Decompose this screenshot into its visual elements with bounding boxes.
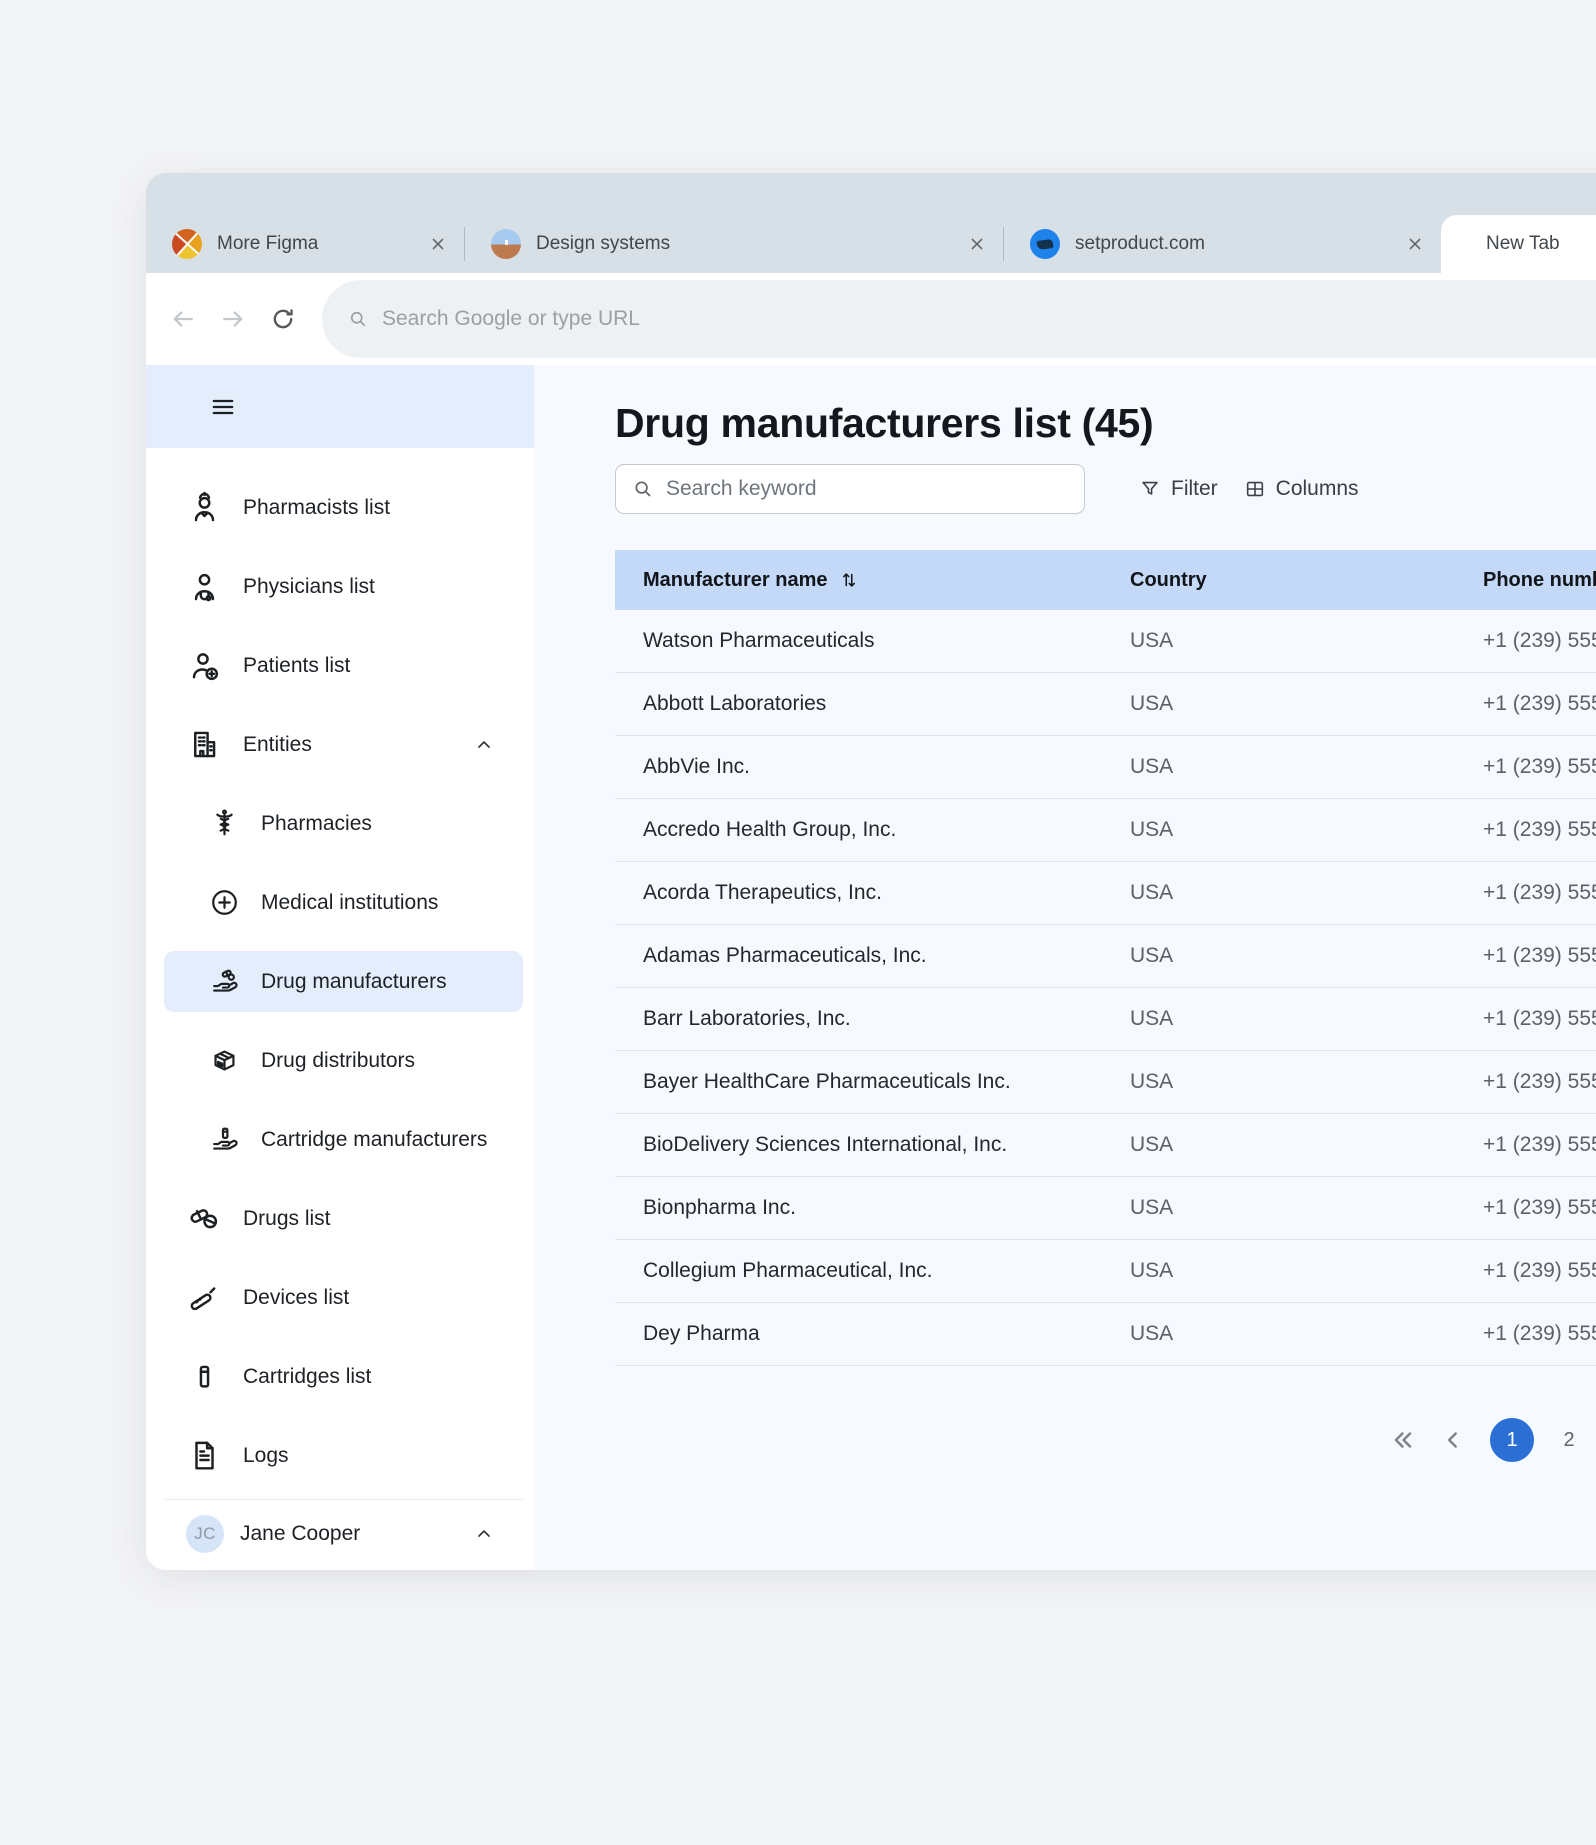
avatar: JC: [186, 1515, 224, 1553]
column-header-phone-number: Phone number: [1483, 569, 1596, 592]
sidebar-item-pharmacists-list[interactable]: Pharmacists list: [146, 468, 534, 547]
column-header-country: Country: [1130, 569, 1483, 592]
browser-tab-setproduct[interactable]: setproduct.com: [1004, 215, 1441, 273]
filter-funnel-icon: [1139, 478, 1161, 500]
user-name: Jane Cooper: [240, 1522, 360, 1546]
previous-page-icon[interactable]: [1440, 1427, 1466, 1453]
table-row[interactable]: AbbVie Inc. USA +1 (239) 555-0: [615, 736, 1596, 799]
page-button-current[interactable]: 1: [1490, 1418, 1534, 1462]
sidebar-header: [146, 365, 534, 448]
close-tab-icon[interactable]: [1405, 234, 1425, 254]
sidebar-item-logs[interactable]: Logs: [146, 1416, 534, 1495]
sidebar-item-pharmacies[interactable]: Pharmacies: [146, 784, 534, 863]
tab-label: Design systems: [536, 233, 670, 255]
user-menu[interactable]: JC Jane Cooper: [146, 1500, 534, 1568]
close-tab-icon[interactable]: [967, 234, 987, 254]
table-row[interactable]: Abbott Laboratories USA +1 (239) 555-0: [615, 673, 1596, 736]
table-row[interactable]: Dey Pharma USA +1 (239) 555-0: [615, 1303, 1596, 1366]
main-content: Drug manufacturers list (45) Filter: [534, 365, 1596, 1570]
table-row[interactable]: BioDelivery Sciences International, Inc.…: [615, 1114, 1596, 1177]
sort-icon[interactable]: [838, 569, 860, 591]
cartridge-icon: [186, 1358, 223, 1395]
table-header-row: Manufacturer name Country Phone number: [615, 550, 1596, 610]
landscape-favicon-icon: [491, 229, 521, 259]
sidebar-item-medical-institutions[interactable]: Medical institutions: [146, 863, 534, 942]
table-row[interactable]: Acorda Therapeutics, Inc. USA +1 (239) 5…: [615, 862, 1596, 925]
app-area: Pharmacists list Physicians list Patient…: [146, 365, 1596, 1570]
hand-cartridge-icon: [208, 1123, 241, 1156]
sidebar-item-drug-distributors[interactable]: Drug distributors: [146, 1021, 534, 1100]
pen-device-icon: [186, 1279, 223, 1316]
url-bar[interactable]: [322, 280, 1596, 358]
sidebar-item-cartridges-list[interactable]: Cartridges list: [146, 1337, 534, 1416]
sidebar-item-devices-list[interactable]: Devices list: [146, 1258, 534, 1337]
sidebar-user-section: JC Jane Cooper: [146, 1499, 534, 1570]
url-search-icon: [348, 309, 368, 329]
forward-icon[interactable]: [219, 305, 247, 333]
sidebar-item-drug-manufacturers[interactable]: Drug manufacturers: [146, 942, 534, 1021]
columns-grid-icon: [1244, 478, 1266, 500]
columns-button[interactable]: Columns: [1244, 477, 1359, 501]
manufacturers-table: Manufacturer name Country Phone number W…: [615, 550, 1596, 1366]
browser-tab-new-tab[interactable]: New Tab: [1441, 215, 1596, 273]
reload-icon[interactable]: [269, 305, 297, 333]
tab-label: New Tab: [1486, 233, 1560, 255]
browser-tab-strip: More Figma Design systems setproduct.com…: [146, 173, 1596, 273]
browser-tab-more-figma[interactable]: More Figma: [146, 215, 464, 273]
table-row[interactable]: Collegium Pharmaceutical, Inc. USA +1 (2…: [615, 1240, 1596, 1303]
table-row[interactable]: Bayer HealthCare Pharmaceuticals Inc. US…: [615, 1051, 1596, 1114]
table-row[interactable]: Bionpharma Inc. USA +1 (239) 555-0: [615, 1177, 1596, 1240]
search-icon: [632, 478, 654, 500]
close-tab-icon[interactable]: [428, 234, 448, 254]
back-icon[interactable]: [169, 305, 197, 333]
sidebar: Pharmacists list Physicians list Patient…: [146, 365, 534, 1570]
sidebar-item-cartridge-manufacturers[interactable]: Cartridge manufacturers: [146, 1100, 534, 1179]
sidebar-nav: Pharmacists list Physicians list Patient…: [146, 448, 534, 1495]
search-box[interactable]: [615, 464, 1085, 514]
browser-tab-design-systems[interactable]: Design systems: [465, 215, 1003, 273]
pharmacist-icon: [186, 489, 223, 526]
package-box-icon: [208, 1044, 241, 1077]
patient-icon: [186, 647, 223, 684]
chevron-up-icon[interactable]: [474, 1524, 494, 1544]
browser-toolbar: [146, 273, 1596, 365]
chevron-up-icon[interactable]: [474, 735, 494, 755]
first-page-icon[interactable]: [1390, 1427, 1416, 1453]
column-header-manufacturer-name[interactable]: Manufacturer name: [643, 569, 1130, 592]
medical-cross-circle-icon: [208, 886, 241, 919]
url-input[interactable]: [382, 307, 1596, 331]
filter-button[interactable]: Filter: [1139, 477, 1218, 501]
page-title: Drug manufacturers list (45): [615, 396, 1596, 450]
sidebar-item-physicians-list[interactable]: Physicians list: [146, 547, 534, 626]
search-input[interactable]: [666, 477, 1084, 501]
page-button[interactable]: 2: [1558, 1429, 1580, 1452]
table-row[interactable]: Accredo Health Group, Inc. USA +1 (239) …: [615, 799, 1596, 862]
browser-window: More Figma Design systems setproduct.com…: [146, 173, 1596, 1570]
pills-icon: [186, 1200, 223, 1237]
menu-hamburger-icon[interactable]: [210, 394, 236, 420]
controls-row: Filter Columns: [615, 464, 1596, 514]
hand-pills-icon: [208, 965, 241, 998]
tab-label: setproduct.com: [1075, 233, 1205, 255]
document-icon: [186, 1437, 223, 1474]
tab-label: More Figma: [217, 233, 318, 255]
sidebar-item-entities[interactable]: Entities: [146, 705, 534, 784]
table-row[interactable]: Watson Pharmaceuticals USA +1 (239) 555-…: [615, 610, 1596, 673]
figma-favicon-icon: [172, 229, 202, 259]
setproduct-favicon-icon: [1030, 229, 1060, 259]
pagination: 1 2: [615, 1418, 1596, 1462]
sidebar-item-drugs-list[interactable]: Drugs list: [146, 1179, 534, 1258]
buildings-icon: [186, 726, 223, 763]
caduceus-icon: [208, 807, 241, 840]
sidebar-item-patients-list[interactable]: Patients list: [146, 626, 534, 705]
table-row[interactable]: Adamas Pharmaceuticals, Inc. USA +1 (239…: [615, 925, 1596, 988]
physician-icon: [186, 568, 223, 605]
table-row[interactable]: Barr Laboratories, Inc. USA +1 (239) 555…: [615, 988, 1596, 1051]
